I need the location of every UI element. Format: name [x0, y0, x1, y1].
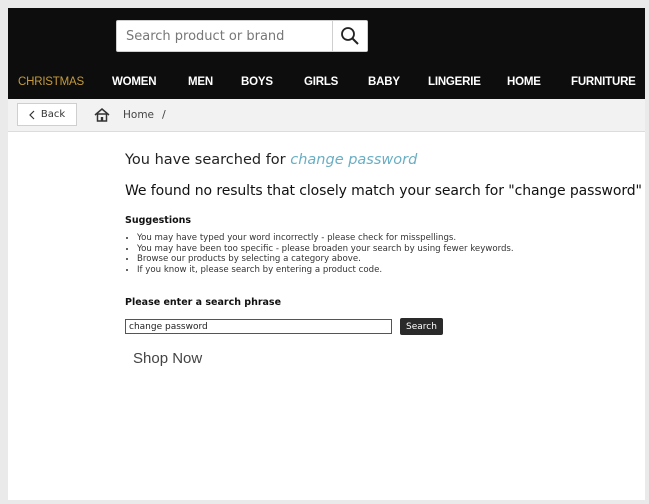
- nav-item-men[interactable]: MEN: [188, 76, 213, 88]
- nav-item-lingerie[interactable]: LINGERIE: [428, 76, 481, 88]
- search-phrase-button[interactable]: Search: [400, 318, 443, 335]
- nav-item-furniture[interactable]: FURNITURE: [571, 76, 636, 88]
- page-frame: CHRISTMAS WOMEN MEN BOYS GIRLS BABY LING…: [8, 8, 645, 500]
- list-item: Browse our products by selecting a categ…: [137, 254, 607, 265]
- nav-item-boys[interactable]: BOYS: [241, 76, 273, 88]
- main-nav: CHRISTMAS WOMEN MEN BOYS GIRLS BABY LING…: [8, 72, 645, 94]
- nav-item-christmas[interactable]: CHRISTMAS: [18, 76, 84, 88]
- search-box: [116, 20, 368, 52]
- search-button[interactable]: [332, 21, 367, 51]
- nav-item-girls[interactable]: GIRLS: [304, 76, 338, 88]
- nav-item-baby[interactable]: BABY: [368, 76, 400, 88]
- list-item: You may have been too specific - please …: [137, 244, 607, 255]
- home-icon[interactable]: [94, 108, 110, 122]
- nav-item-women[interactable]: WOMEN: [112, 76, 157, 88]
- shop-now-link[interactable]: Shop Now: [133, 350, 202, 367]
- no-results-message: We found no results that closely match y…: [125, 183, 642, 199]
- search-icon: [341, 27, 359, 45]
- list-item: If you know it, please search by enterin…: [137, 265, 607, 276]
- chevron-left-icon: [29, 110, 35, 119]
- back-button[interactable]: Back: [17, 103, 77, 126]
- breadcrumb-separator: /: [162, 108, 166, 121]
- searched-for-heading: You have searched for change password: [125, 152, 417, 168]
- suggestions-list: You may have typed your word incorrectly…: [125, 233, 607, 275]
- list-item: You may have typed your word incorrectly…: [137, 233, 607, 244]
- searched-term-link[interactable]: change password: [290, 152, 417, 168]
- header: CHRISTMAS WOMEN MEN BOYS GIRLS BABY LING…: [8, 8, 645, 99]
- breadcrumb-home[interactable]: Home: [123, 109, 154, 121]
- search-phrase-label: Please enter a search phrase: [125, 297, 282, 308]
- search-phrase-input[interactable]: [125, 319, 392, 334]
- nav-item-home[interactable]: HOME: [507, 76, 541, 88]
- breadcrumb: Back Home /: [8, 99, 645, 132]
- search-input[interactable]: [117, 21, 335, 51]
- suggestions-title: Suggestions: [125, 215, 192, 226]
- back-label: Back: [40, 109, 66, 120]
- searched-prefix: You have searched for: [125, 152, 286, 168]
